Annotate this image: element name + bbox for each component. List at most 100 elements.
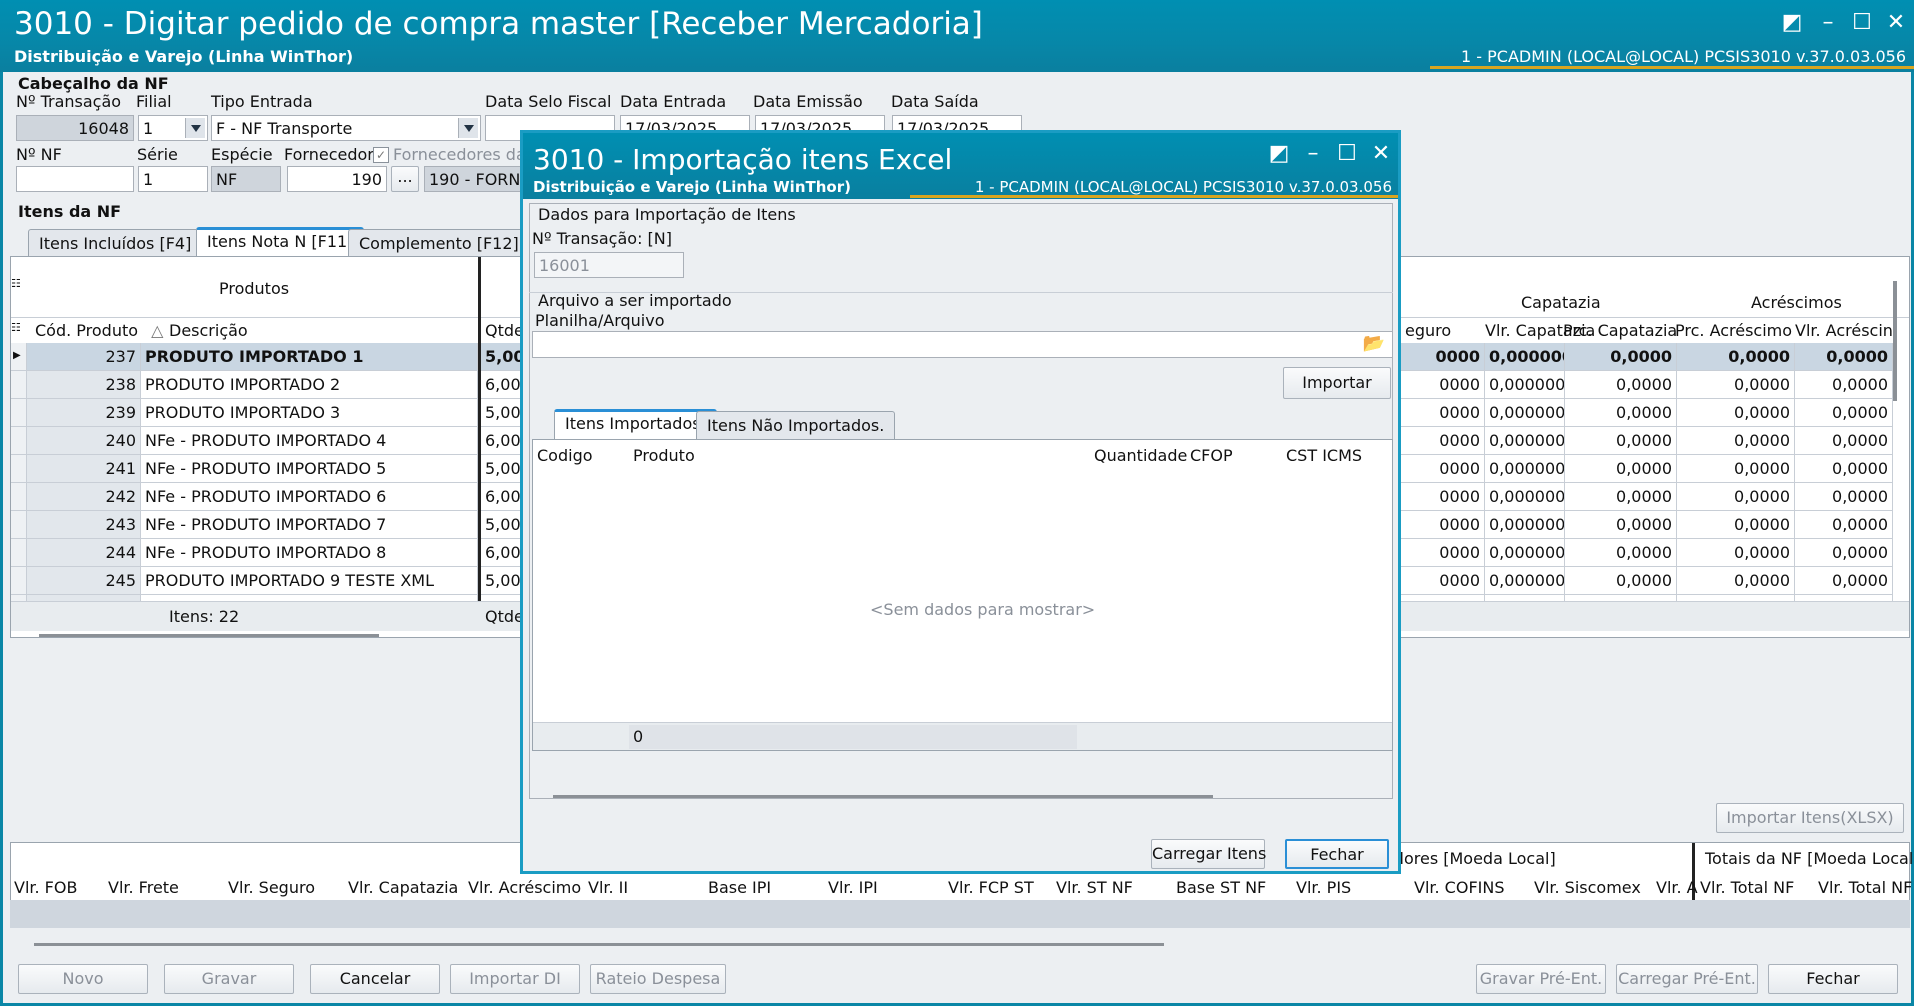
cell-cod[interactable]: 245 [27, 567, 141, 595]
cell-vcap[interactable]: 0,000000 [1485, 427, 1565, 455]
minimize-icon[interactable]: – [1299, 141, 1327, 167]
nf-field[interactable] [16, 166, 134, 192]
column-chooser-icon[interactable]: ☷ [11, 277, 21, 290]
totals-col[interactable]: Vlr. PIS [1296, 878, 1351, 897]
col-produto[interactable]: Produto [633, 446, 695, 465]
cell-vacr[interactable]: 0,0000 [1795, 427, 1893, 455]
totals-col[interactable]: Vlr. Capatazia [348, 878, 458, 897]
restore-icon[interactable]: ◩ [1265, 141, 1293, 167]
cell-cod[interactable]: 242 [27, 483, 141, 511]
col-prc-capatazia[interactable]: Prc. Capatazia [1563, 321, 1677, 340]
cell-pacr[interactable]: 0,0000 [1677, 427, 1795, 455]
cell-pcap[interactable]: 0,0000 [1565, 343, 1677, 371]
totals-col[interactable]: Vlr. ST NF [1056, 878, 1133, 897]
totals-col[interactable]: Vlr. COFINS [1414, 878, 1504, 897]
cell-desc[interactable]: NFe - PRODUTO IMPORTADO 8 [141, 539, 478, 567]
fornecedor-field[interactable]: 190 [287, 166, 387, 192]
cell-desc[interactable]: NFe - PRODUTO IMPORTADO 4 [141, 427, 478, 455]
cell-cod[interactable]: 241 [27, 455, 141, 483]
cell-vacr[interactable]: 0,0000 [1795, 511, 1893, 539]
col-cst-icms[interactable]: CST ICMS [1286, 446, 1362, 465]
cell-desc[interactable]: PRODUTO IMPORTADO 1 [141, 343, 478, 371]
cell-pacr[interactable]: 0,0000 [1677, 399, 1795, 427]
tab-complemento[interactable]: Complemento [F12] [348, 229, 530, 257]
cell-pacr[interactable]: 0,0000 [1677, 511, 1795, 539]
gravar-pre-entrada-button[interactable]: Gravar Pré-Ent. [1476, 964, 1606, 994]
cell-seg[interactable]: 0000 [1399, 399, 1485, 427]
cell-pcap[interactable]: 0,0000 [1565, 371, 1677, 399]
totals-col[interactable]: Base ST NF [1176, 878, 1266, 897]
serie-field[interactable]: 1 [138, 166, 208, 192]
column-chooser-icon[interactable]: ☷ [11, 321, 21, 334]
carregar-itens-button[interactable]: Carregar Itens [1151, 839, 1266, 869]
cell-desc[interactable]: NFe - PRODUTO IMPORTADO 7 [141, 511, 478, 539]
transacao-field[interactable]: 16048 [16, 115, 134, 141]
cell-desc[interactable]: NFe - PRODUTO IMPORTADO 5 [141, 455, 478, 483]
cell-vcap[interactable]: 0,000000 [1485, 343, 1565, 371]
especie-field[interactable]: NF [211, 166, 281, 192]
totals-col[interactable]: Vlr. Total NF [1818, 878, 1912, 897]
col-cod-produto[interactable]: Cód. Produto △ [35, 321, 163, 340]
cell-pacr[interactable]: 0,0000 [1677, 567, 1795, 595]
cell-pcap[interactable]: 0,0000 [1565, 567, 1677, 595]
totals-col[interactable]: Vlr. Siscomex [1534, 878, 1641, 897]
cell-pcap[interactable]: 0,0000 [1565, 511, 1677, 539]
col-prc-acrescimo[interactable]: Prc. Acréscimo [1675, 321, 1792, 340]
cell-pcap[interactable]: 0,0000 [1565, 399, 1677, 427]
tab-itens-importados[interactable]: Itens Importados. [554, 409, 717, 439]
restore-icon[interactable]: ◩ [1778, 10, 1806, 36]
cell-pcap[interactable]: 0,0000 [1565, 455, 1677, 483]
cell-vacr[interactable]: 0,0000 [1795, 483, 1893, 511]
tipo-entrada-select[interactable]: F - NF Transporte [211, 115, 481, 141]
rateio-despesa-button[interactable]: Rateio Despesa [590, 964, 726, 994]
totals-col[interactable]: Vlr. FCP ST [948, 878, 1034, 897]
cell-vcap[interactable]: 0,000000 [1485, 567, 1565, 595]
novo-button[interactable]: Novo [18, 964, 148, 994]
cell-pcap[interactable]: 0,0000 [1565, 539, 1677, 567]
cell-seg[interactable]: 0000 [1399, 371, 1485, 399]
col-quantidade[interactable]: Quantidade [1094, 446, 1187, 465]
close-icon[interactable]: ✕ [1882, 10, 1910, 36]
col-codigo[interactable]: Codigo [537, 446, 593, 465]
col-qtde[interactable]: Qtde [485, 321, 524, 340]
cell-vacr[interactable]: 0,0000 [1795, 343, 1893, 371]
tab-itens-nota[interactable]: Itens Nota N [F11] [196, 227, 365, 257]
cell-seg[interactable]: 0000 [1399, 343, 1485, 371]
col-seguro[interactable]: eguro [1405, 321, 1451, 340]
cell-cod[interactable]: 240 [27, 427, 141, 455]
cell-cod[interactable]: 244 [27, 539, 141, 567]
cell-desc[interactable]: PRODUTO IMPORTADO 3 [141, 399, 478, 427]
minimize-icon[interactable]: – [1814, 10, 1842, 36]
filial-select[interactable]: 1 [138, 115, 208, 141]
col-vlr-acrescimo[interactable]: Vlr. Acréscin [1795, 321, 1893, 340]
cell-vcap[interactable]: 0,000000 [1485, 511, 1565, 539]
chevron-down-icon[interactable] [185, 118, 205, 138]
cell-vcap[interactable]: 0,000000 [1485, 371, 1565, 399]
cell-pacr[interactable]: 0,0000 [1677, 371, 1795, 399]
cancelar-button[interactable]: Cancelar [310, 964, 440, 994]
cell-pacr[interactable]: 0,0000 [1677, 483, 1795, 511]
folder-open-icon[interactable]: 📂 [1361, 333, 1387, 355]
cell-pacr[interactable]: 0,0000 [1677, 539, 1795, 567]
totals-col[interactable]: Vlr. A [1656, 878, 1698, 897]
totals-col[interactable]: Vlr. Seguro [228, 878, 315, 897]
planilha-field[interactable] [532, 331, 1393, 358]
totals-col[interactable]: Vlr. IPI [828, 878, 878, 897]
cell-pacr[interactable]: 0,0000 [1677, 455, 1795, 483]
cell-pcap[interactable]: 0,0000 [1565, 483, 1677, 511]
fornecedor-search-button[interactable]: ... [391, 166, 419, 192]
chevron-down-icon[interactable] [458, 118, 478, 138]
totals-scrollbar[interactable] [34, 943, 1164, 946]
cell-vacr[interactable]: 0,0000 [1795, 455, 1893, 483]
carregar-pre-entrada-button[interactable]: Carregar Pré-Ent. [1616, 964, 1758, 994]
totals-col[interactable]: Vlr. Acréscimo [468, 878, 581, 897]
cell-vacr[interactable]: 0,0000 [1795, 567, 1893, 595]
cell-vcap[interactable]: 0,000000 [1485, 455, 1565, 483]
cell-pacr[interactable]: 0,0000 [1677, 343, 1795, 371]
dialog-fechar-button[interactable]: Fechar [1285, 839, 1389, 869]
cell-vcap[interactable]: 0,000000 [1485, 483, 1565, 511]
cell-seg[interactable]: 0000 [1399, 455, 1485, 483]
totals-col[interactable]: Vlr. Frete [108, 878, 179, 897]
cell-cod[interactable]: 239 [27, 399, 141, 427]
tab-itens-nao-importados[interactable]: Itens Não Importados. [696, 411, 896, 439]
